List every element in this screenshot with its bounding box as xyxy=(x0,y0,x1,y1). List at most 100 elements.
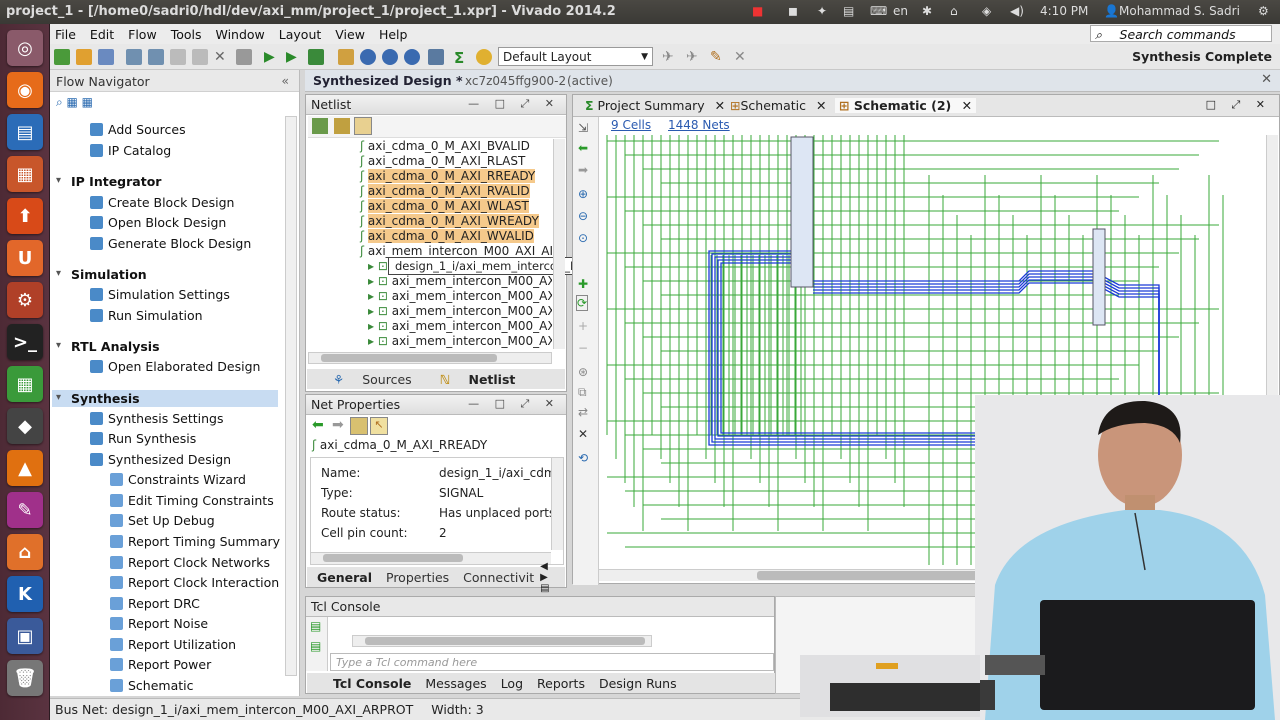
volume-icon[interactable]: ◀) xyxy=(1010,4,1024,18)
netlist-row[interactable]: ʃ axi_cdma_0_M_AXI_BVALID xyxy=(360,139,530,154)
flow-nav-report-noise[interactable]: Report Noise xyxy=(110,616,208,631)
keyboard-icon[interactable]: ⌨ xyxy=(870,4,887,18)
report-icon[interactable] xyxy=(428,49,444,65)
save-icon[interactable] xyxy=(98,49,114,65)
tcl-command-input[interactable]: Type a Tcl command here xyxy=(330,653,774,671)
bluetooth-icon[interactable]: ✱ xyxy=(922,4,932,18)
netlist-row[interactable]: ʃ axi_cdma_0_M_AXI_RLAST xyxy=(360,154,525,169)
panel-controls-icon[interactable]: — □ ⤢ ✕ xyxy=(468,397,560,411)
search-icon[interactable]: ⊛ xyxy=(578,365,588,379)
files-icon[interactable]: ⌂ xyxy=(7,534,43,570)
netlist-row[interactable]: ʃ axi_cdma_0_M_AXI_WLAST xyxy=(360,199,529,214)
keyboard-lang[interactable]: en xyxy=(893,4,908,18)
program-icon[interactable] xyxy=(338,49,354,65)
tcl-clear-icon[interactable]: ▤ xyxy=(310,619,321,633)
regenerate-icon[interactable]: ⟳ xyxy=(576,295,589,311)
netlist-row[interactable]: ▸ ⊡ axi_mem_intercon_M00_AXI_A xyxy=(368,289,552,304)
zoom-in-icon[interactable]: ⊕ xyxy=(578,187,588,201)
forward-icon[interactable]: ➡ xyxy=(332,417,344,433)
flow-nav-run-simulation[interactable]: Run Simulation xyxy=(90,308,203,323)
menu-file[interactable]: File xyxy=(55,27,76,42)
trash-icon[interactable]: 🗑 xyxy=(7,660,43,696)
select-icon[interactable]: ↖ xyxy=(370,417,388,435)
flow-nav-synthesis-settings[interactable]: Synthesis Settings xyxy=(90,411,224,426)
flow-nav-report-clock-interaction[interactable]: Report Clock Interaction xyxy=(110,575,279,590)
tab-log[interactable]: Log xyxy=(501,676,523,691)
flow-nav-run-synthesis[interactable]: Run Synthesis xyxy=(90,431,196,446)
refresh-icon[interactable] xyxy=(360,49,376,65)
flow-nav-report-clock-networks[interactable]: Report Clock Networks xyxy=(110,555,270,570)
menu-edit[interactable]: Edit xyxy=(90,27,114,42)
software-center-icon[interactable]: ⬆ xyxy=(7,198,43,234)
expand-icon[interactable]: ✚ xyxy=(578,277,588,291)
tab-properties[interactable]: Properties xyxy=(386,570,449,585)
flow-nav-report-utilization[interactable]: Report Utilization xyxy=(110,637,236,652)
flow-nav-synthesized-design[interactable]: Synthesized Design xyxy=(90,452,231,467)
close-icon[interactable]: ✕ xyxy=(578,427,588,441)
copy-icon[interactable] xyxy=(170,49,186,65)
collapse-icon[interactable]: « xyxy=(281,73,289,88)
flow-nav-generate-block-design[interactable]: Generate Block Design xyxy=(90,236,251,251)
tab-netlist[interactable]: ℕ Netlist xyxy=(440,372,530,387)
open-project-icon[interactable] xyxy=(76,49,92,65)
settings-gear-icon[interactable]: ⚙ xyxy=(1258,4,1269,18)
tab-sources[interactable]: ⚘ Sources xyxy=(333,372,426,387)
record-icon[interactable]: ◼ xyxy=(788,4,798,18)
zoom-out-icon[interactable]: ⊖ xyxy=(578,209,588,223)
flow-nav-report-power[interactable]: Report Power xyxy=(110,657,211,672)
cell-block-1[interactable] xyxy=(790,136,814,288)
route-icon[interactable]: ⇄ xyxy=(578,405,588,419)
auto-update-icon[interactable] xyxy=(350,417,368,435)
netlist-row[interactable]: ʃ axi_cdma_0_M_AXI_RVALID xyxy=(360,184,530,199)
refresh-icon[interactable]: ⟲ xyxy=(578,451,588,465)
properties-hscroll[interactable] xyxy=(311,552,551,564)
flow-navigator-scrollbar[interactable] xyxy=(285,116,297,676)
layout-select[interactable]: Default Layout ▼ xyxy=(498,47,653,66)
terminal-icon[interactable]: >_ xyxy=(7,324,43,360)
close-icon[interactable]: ✕ xyxy=(816,98,826,113)
sdk-icon[interactable]: ▣ xyxy=(7,618,43,654)
system-settings-icon[interactable]: ⚙ xyxy=(7,282,43,318)
dropbox-icon[interactable]: ✦ xyxy=(817,4,827,18)
netlist-row[interactable]: ʃ axi_cdma_0_M_AXI_RREADY xyxy=(360,169,536,184)
flow-nav-simulation[interactable]: ▾ Simulation xyxy=(56,267,147,282)
menu-window[interactable]: Window xyxy=(215,27,264,42)
impress-icon[interactable]: ▦ xyxy=(7,156,43,192)
tab-reports[interactable]: Reports xyxy=(537,676,585,691)
menu-flow[interactable]: Flow xyxy=(128,27,157,42)
flow-nav-open-elaborated-design[interactable]: Open Elaborated Design xyxy=(90,359,260,374)
sigma-icon[interactable]: Σ xyxy=(454,49,470,67)
flow-nav-report-timing-summary[interactable]: Report Timing Summary xyxy=(110,534,280,549)
user-name[interactable]: Mohammad S. Sadri xyxy=(1119,4,1240,18)
debug-icon[interactable] xyxy=(476,49,492,65)
run-step-icon[interactable]: ▶ xyxy=(286,49,302,65)
wifi-icon[interactable]: ◈ xyxy=(982,4,991,18)
menu-help[interactable]: Help xyxy=(379,27,408,42)
flow-nav-simulation-settings[interactable]: Simulation Settings xyxy=(90,287,230,302)
netlist-row[interactable]: ▸ ⊡ axi_mem_intercon_M00_AXI_ xyxy=(368,334,552,349)
menu-tools[interactable]: Tools xyxy=(171,27,202,42)
netlist-row[interactable]: ▸ ⊡ axi_mem_intercon_M00_AXI_ xyxy=(368,274,552,289)
fit-icon[interactable]: ⇲ xyxy=(578,121,588,135)
paste-icon[interactable] xyxy=(192,49,208,65)
flow-nav-schematic[interactable]: Schematic xyxy=(110,678,194,693)
run-icon[interactable]: ▶ xyxy=(264,49,280,65)
expand-all-icon[interactable] xyxy=(334,118,350,134)
highlight-icon[interactable]: ✎ xyxy=(710,49,726,65)
collapse-all-icon[interactable] xyxy=(312,118,328,134)
panel-controls-icon[interactable]: — □ ⤢ ✕ xyxy=(468,97,560,111)
minus-icon[interactable]: − xyxy=(578,341,588,355)
back-icon[interactable]: ⬅ xyxy=(312,417,324,433)
tcl-copy-icon[interactable]: ▤ xyxy=(310,639,321,653)
close-design-icon[interactable]: ✕ xyxy=(1261,72,1272,87)
show-hierarchy-icon[interactable] xyxy=(354,117,372,135)
check-icon[interactable] xyxy=(382,49,398,65)
schematic-hscroll-thumb[interactable] xyxy=(757,571,997,580)
clock[interactable]: 4:10 PM xyxy=(1040,4,1088,18)
ubuntu-one-icon[interactable]: U xyxy=(7,240,43,276)
redo-icon[interactable] xyxy=(148,49,164,65)
cell-block-2[interactable] xyxy=(1092,228,1106,326)
flow-nav-create-block-design[interactable]: Create Block Design xyxy=(90,195,234,210)
netlist-row[interactable]: ʃ axi_cdma_0_M_AXI_WREADY xyxy=(360,214,539,229)
plus-icon[interactable]: + xyxy=(578,319,588,333)
